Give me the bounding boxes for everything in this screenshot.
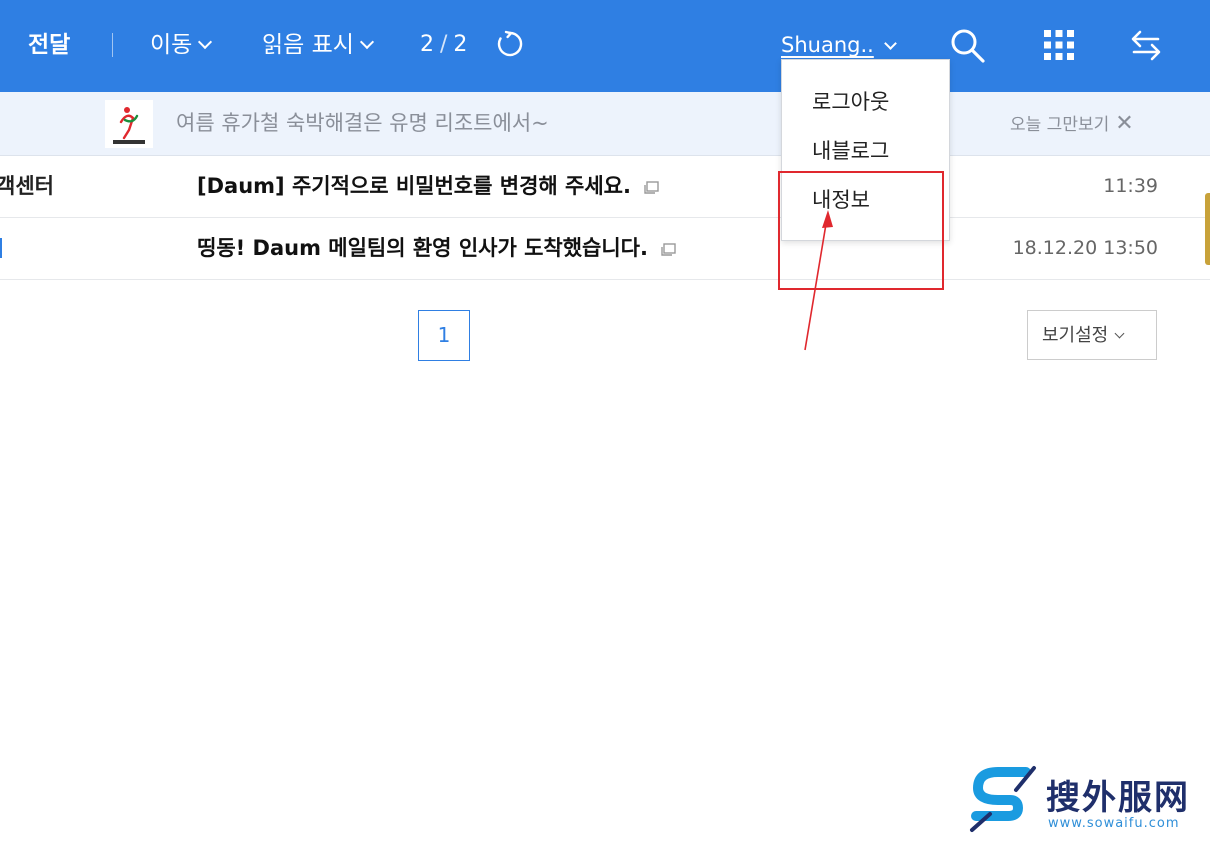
mail-sender: 객센터 [0,174,54,198]
view-settings-dropdown[interactable]: 보기설정 [1027,310,1157,360]
move-label: 이동 [150,32,193,58]
menu-item-my-blog[interactable]: 내블로그 [812,135,889,165]
toolbar-divider [112,33,113,57]
mark-read-button[interactable]: 읽음 표시 [262,0,375,92]
search-icon[interactable] [948,26,988,66]
view-settings-label: 보기설정 [1042,325,1109,346]
mail-subject[interactable]: 띵동! Daum 메일팀의 환영 인사가 도착했습니다. [197,218,676,278]
chevron-down-icon [1114,328,1125,339]
chevron-down-icon [883,37,897,50]
page-button-1[interactable]: 1 [418,310,470,361]
ad-dismiss-label: 오늘 그만보기 [1010,115,1110,135]
ad-dismiss-today[interactable]: 오늘 그만보기 ✕ [1010,92,1134,157]
refresh-icon[interactable] [494,28,526,60]
mail-row[interactable]: 객센터 [Daum] 주기적으로 비밀번호를 변경해 주세요. 11:39 [0,156,1210,218]
user-name: Shuang.. [781,33,874,57]
page-indicator: 2/2 [420,0,467,92]
mail-subject-text: 띵동! Daum 메일팀의 환영 인사가 도착했습니다. [197,236,648,260]
mail-row[interactable]: 띵동! Daum 메일팀의 환영 인사가 도착했습니다. 18.12.20 13… [0,218,1210,280]
move-button[interactable]: 이동 [150,0,213,92]
watermark-url: www.sowaifu.com [1048,816,1180,831]
chevron-down-icon [359,34,375,50]
mail-subject-text: [Daum] 주기적으로 비밀번호를 변경해 주세요. [197,174,631,198]
mail-time: 11:39 [1103,175,1158,197]
mail-toolbar: 전달 이동 읽음 표시 2/2 Shuang.. [0,0,1210,92]
side-panel-tab[interactable] [1205,193,1210,265]
close-icon[interactable]: ✕ [1115,111,1133,136]
mail-subject[interactable]: [Daum] 주기적으로 비밀번호를 변경해 주세요. [197,156,659,216]
watermark: 搜外服网 www.sowaifu.com [968,762,1208,842]
mail-time: 18.12.20 13:50 [1012,237,1158,259]
mark-read-label: 읽음 표시 [262,32,354,58]
new-window-icon[interactable] [660,243,676,257]
resort-logo [105,100,153,148]
ad-banner[interactable]: 여름 휴가철 숙박해결은 유명 리조트에서~ 오늘 그만보기 ✕ [0,92,1210,156]
apps-grid-icon[interactable] [1042,28,1076,62]
page-current: 2 [420,32,434,57]
watermark-logo-icon [970,766,1036,832]
ad-text[interactable]: 여름 휴가철 숙박해결은 유명 리조트에서~ [176,92,549,155]
new-window-icon[interactable] [643,181,659,195]
page-separator: / [440,32,448,57]
forward-button[interactable]: 전달 [28,0,70,92]
menu-item-logout[interactable]: 로그아웃 [812,86,889,116]
watermark-title: 搜外服网 [1046,778,1190,818]
chevron-down-icon [198,34,213,50]
unread-marker [0,238,2,258]
annotation-arrow [804,210,833,351]
swap-arrows-icon[interactable] [1128,27,1164,63]
page-total: 2 [453,32,468,57]
